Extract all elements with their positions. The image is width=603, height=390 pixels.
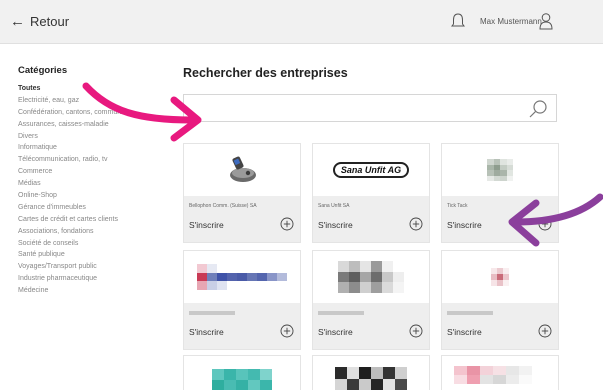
sidebar-item-travel[interactable]: Voyages/Transport public [18, 262, 168, 272]
back-button[interactable]: ← Retour [10, 14, 69, 29]
annotation-arrow-purple [508, 193, 603, 247]
plus-circle-icon[interactable] [280, 217, 294, 231]
pixelated-logo [491, 268, 509, 286]
sidebar-item-pharma[interactable]: Industrie pharmaceutique [18, 274, 168, 284]
subscribe-link[interactable]: S'inscrire [447, 220, 482, 230]
username[interactable]: Max Mustermann [480, 17, 542, 26]
pixelated-logo [197, 264, 287, 290]
company-name: Bellophon Comm. (Suisse) SA [189, 203, 257, 209]
company-card[interactable]: S'inscrire [441, 250, 559, 350]
company-card[interactable]: Bellophon Comm. (Suisse) SA S'inscrire [183, 143, 301, 243]
plus-circle-icon[interactable] [409, 324, 423, 338]
subscribe-link[interactable]: S'inscrire [318, 220, 353, 230]
company-name: Tick Tack [447, 203, 468, 209]
company-logo: Sana Unfit AG [313, 144, 429, 196]
company-card[interactable] [441, 355, 559, 390]
sidebar-item-media[interactable]: Médias [18, 179, 168, 189]
search-icon[interactable] [528, 99, 548, 119]
pixelated-logo [212, 369, 272, 390]
back-arrow-icon: ← [10, 13, 25, 30]
company-info: S'inscrire [442, 303, 558, 349]
company-name [318, 311, 364, 315]
back-label: Retour [30, 14, 70, 29]
company-card[interactable]: Sana Unfit AG Sana Unfit SA S'inscrire [312, 143, 430, 243]
subscribe-link[interactable]: S'inscrire [318, 327, 353, 337]
company-logo [442, 251, 558, 303]
plus-circle-icon[interactable] [538, 324, 552, 338]
company-info: S'inscrire [184, 303, 300, 349]
search-box[interactable] [183, 94, 557, 122]
subscribe-link[interactable]: S'inscrire [447, 327, 482, 337]
tick-tack-logo [487, 159, 513, 181]
company-name [189, 311, 235, 315]
company-card[interactable] [312, 355, 430, 390]
company-card[interactable]: S'inscrire [183, 250, 301, 350]
subscribe-link[interactable]: S'inscrire [189, 327, 224, 337]
company-logo [313, 251, 429, 303]
sidebar-item-commerce[interactable]: Commerce [18, 167, 168, 177]
company-info: Bellophon Comm. (Suisse) SA S'inscrire [184, 196, 300, 242]
subscribe-link[interactable]: S'inscrire [189, 220, 224, 230]
sidebar-item-associations[interactable]: Associations, fondations [18, 227, 168, 237]
company-card[interactable]: S'inscrire [312, 250, 430, 350]
plus-circle-icon[interactable] [409, 217, 423, 231]
sidebar-item-online-shop[interactable]: Online-Shop [18, 191, 168, 201]
company-card[interactable] [183, 355, 301, 390]
top-bar: ← Retour Max Mustermann [0, 0, 603, 44]
company-info: Sana Unfit SA S'inscrire [313, 196, 429, 242]
sidebar-item-property[interactable]: Gérance d'immeubles [18, 203, 168, 213]
company-info: S'inscrire [313, 303, 429, 349]
pixelated-logo [454, 366, 532, 384]
sidebar-item-health[interactable]: Santé publique [18, 250, 168, 260]
sidebar-item-cards[interactable]: Cartes de crédit et cartes clients [18, 215, 168, 225]
bell-icon[interactable] [450, 12, 466, 30]
plus-circle-icon[interactable] [280, 324, 294, 338]
company-logo [184, 144, 300, 196]
pixelated-logo [338, 261, 404, 293]
user-icon[interactable] [538, 12, 554, 30]
company-name: Sana Unfit SA [318, 203, 350, 209]
company-name [447, 311, 493, 315]
sana-unfit-logo: Sana Unfit AG [332, 162, 410, 178]
phone-logo-icon [230, 156, 256, 182]
sidebar-item-telecom[interactable]: Télécommunication, radio, tv [18, 155, 168, 165]
sidebar-item-consulting[interactable]: Société de conseils [18, 239, 168, 249]
sidebar-heading: Catégories [18, 65, 68, 76]
sidebar-item-medicine[interactable]: Médecine [18, 286, 168, 296]
company-logo [184, 251, 300, 303]
annotation-arrow-pink [82, 82, 202, 142]
pixelated-logo [335, 367, 407, 390]
